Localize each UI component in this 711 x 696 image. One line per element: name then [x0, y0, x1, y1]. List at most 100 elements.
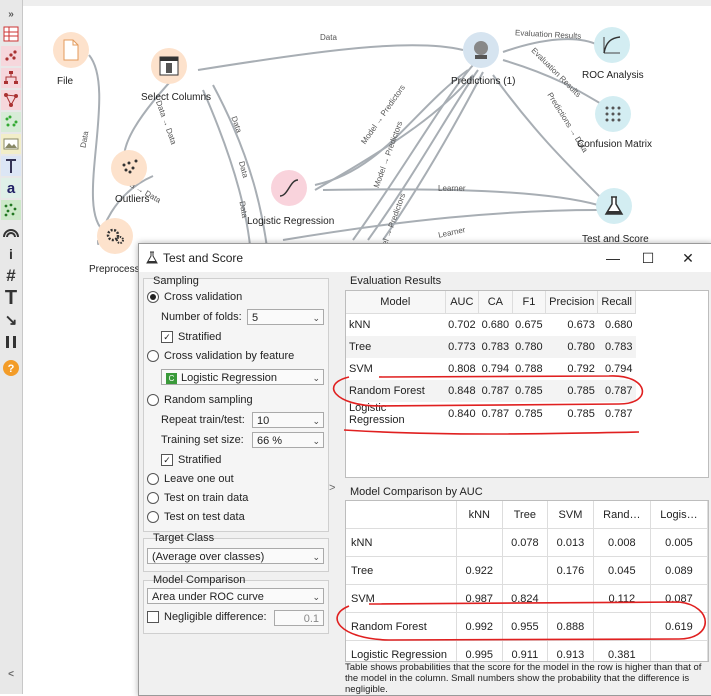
scatter-icon[interactable] — [1, 46, 21, 66]
target-class-title: Target Class — [153, 532, 215, 544]
random-sampling-radio[interactable]: Random sampling — [147, 394, 253, 406]
negligible-checkbox[interactable]: Negligible difference: — [147, 611, 267, 623]
stratified-checkbox-2[interactable]: ✓ Stratified — [161, 454, 221, 466]
probability-cell — [456, 528, 503, 557]
cv-by-feature-radio[interactable]: Cross validation by feature — [147, 350, 294, 362]
cluster-icon[interactable] — [1, 112, 21, 132]
node-file-label: File — [57, 76, 74, 87]
edge-label-data: Data — [320, 33, 337, 42]
logistic-curve-icon — [271, 170, 307, 206]
metric-cell: 0.794 — [481, 363, 510, 375]
metric-cell: 0.848 — [445, 380, 479, 402]
dialog-titlebar[interactable]: Test and Score — ☐ ✕ — [139, 244, 711, 272]
eval-col-model[interactable]: Model — [346, 291, 446, 314]
expand-toolbar-button[interactable]: » — [1, 4, 21, 24]
node-outliers-label: Outliers — [115, 194, 150, 205]
probability-cell: 0.008 — [593, 528, 651, 557]
table-row: kNN 0.078 0.013 0.008 0.005 — [346, 528, 708, 557]
table-row: Random Forest 0.992 0.955 0.888 0.619 — [346, 612, 708, 641]
eval-col-auc[interactable]: AUC — [445, 291, 480, 314]
network-icon[interactable] — [1, 90, 21, 110]
node-select-columns-label: Select Columns — [141, 92, 212, 103]
tree-icon[interactable] — [1, 68, 21, 88]
text-icon[interactable] — [1, 156, 21, 176]
pause-icon[interactable] — [1, 332, 21, 352]
probability-cell: 0.992 — [456, 612, 503, 641]
arrow-icon[interactable]: ↘ — [1, 310, 21, 330]
probability-cell: 0.013 — [547, 528, 594, 557]
eval-col-ca[interactable]: CA — [478, 291, 513, 314]
repeat-label: Repeat train/test: — [161, 414, 245, 426]
probability-cell: 0.995 — [456, 640, 503, 661]
dialog-title: Test and Score — [163, 251, 244, 265]
comparison-note: Table shows probabilities that the score… — [345, 662, 702, 695]
table-icon[interactable] — [1, 24, 21, 44]
table-row[interactable]: Random Forest 0.848 0.787 0.785 0.785 0.787 — [346, 380, 636, 402]
probability-cell — [593, 612, 651, 641]
probability-cell: 0.176 — [547, 556, 594, 585]
metric-cell: 0.788 — [515, 363, 543, 375]
letter-a-icon[interactable]: a — [1, 178, 21, 198]
negligible-input[interactable]: 0.1 — [274, 610, 324, 626]
confusion-grid-icon — [595, 96, 631, 132]
metric-cell: 0.787 — [604, 408, 633, 420]
metric-cell: 0.680 — [481, 319, 510, 331]
probability-cell: 0.112 — [593, 584, 651, 613]
train-size-select[interactable]: 66 % ⌄ — [252, 432, 324, 448]
folds-select[interactable]: 5 ⌄ — [247, 309, 324, 325]
eval-col-f1[interactable]: F1 — [512, 291, 547, 314]
probability-cell — [547, 584, 594, 613]
target-class-select[interactable]: (Average over classes) ⌄ — [147, 548, 324, 564]
cmp-col-header: Tree — [502, 501, 549, 529]
image-icon[interactable] — [1, 134, 21, 154]
cmp-col-header: Logis… — [650, 501, 708, 529]
test-on-test-radio[interactable]: Test on test data — [147, 511, 245, 523]
table-row[interactable]: kNN 0.702 0.680 0.675 0.673 0.680 — [346, 314, 636, 337]
table-row[interactable]: SVM 0.808 0.794 0.788 0.792 0.794 — [346, 358, 636, 380]
eval-col-precision[interactable]: Precision — [545, 291, 599, 314]
cross-validation-radio[interactable]: Cross validation — [147, 291, 242, 303]
test-and-score-dialog: Test and Score — ☐ ✕ Sampling Cross vali… — [138, 243, 711, 696]
widget-toolbar: » a i # T ↘ ? < — [0, 0, 23, 694]
row-model-name: SVM — [346, 584, 457, 613]
metric-cell: 0.675 — [515, 319, 543, 331]
model-name-cell: SVM — [349, 363, 373, 375]
close-button[interactable]: ✕ — [674, 248, 702, 268]
table-row[interactable]: Tree 0.773 0.783 0.780 0.780 0.783 — [346, 336, 636, 358]
hash-icon[interactable]: # — [1, 266, 21, 286]
big-t-icon[interactable]: T — [1, 287, 21, 309]
rainbow-icon[interactable] — [1, 222, 21, 242]
maximize-button[interactable]: ☐ — [634, 248, 662, 268]
collapse-panel-button[interactable]: > — [329, 482, 335, 494]
stratified-checkbox-1[interactable]: ✓ Stratified — [161, 331, 221, 343]
metric-cell: 0.787 — [481, 408, 510, 420]
model-comparison-table[interactable]: kNN Tree SVM Rand… Logis… kNN 0.078 0.013 0.008… — [345, 500, 709, 662]
node-roc-label: ROC Analysis — [582, 70, 644, 81]
repeat-select[interactable]: 10 ⌄ — [252, 412, 324, 428]
dots-icon[interactable] — [1, 200, 21, 220]
feature-type-badge: C — [166, 373, 177, 384]
probability-cell: 0.913 — [547, 640, 594, 661]
table-row[interactable]: Logistic Regression 0.840 0.787 0.785 0.785 0… — [346, 402, 636, 426]
evaluation-results-table[interactable]: Model AUC CA F1 Precision Recall kNN 0.702 0.68… — [345, 290, 709, 478]
help-icon[interactable]: ? — [1, 358, 21, 378]
table-row: SVM 0.987 0.824 0.112 0.087 — [346, 584, 708, 613]
select-columns-icon — [151, 48, 187, 84]
probability-cell: 0.987 — [456, 584, 503, 613]
cmp-col-header — [346, 501, 457, 529]
eval-col-recall[interactable]: Recall — [597, 291, 636, 314]
scroll-left-icon[interactable]: < — [1, 664, 21, 684]
test-on-train-radio[interactable]: Test on train data — [147, 492, 248, 504]
minimize-button[interactable]: — — [599, 248, 627, 268]
comparison-metric-select[interactable]: Area under ROC curve ⌄ — [147, 588, 324, 604]
evaluation-results-title: Evaluation Results — [350, 275, 442, 287]
leave-one-out-radio[interactable]: Leave one out — [147, 473, 234, 485]
metric-cell: 0.780 — [512, 336, 546, 358]
probability-cell: 0.089 — [650, 556, 708, 585]
metric-cell: 0.808 — [448, 363, 476, 375]
feature-select[interactable]: C Logistic Regression ⌄ — [161, 369, 324, 385]
model-name-cell: Random Forest — [346, 380, 446, 402]
outliers-icon — [111, 150, 147, 186]
info-icon[interactable]: i — [1, 244, 21, 264]
flask-icon — [596, 188, 632, 224]
